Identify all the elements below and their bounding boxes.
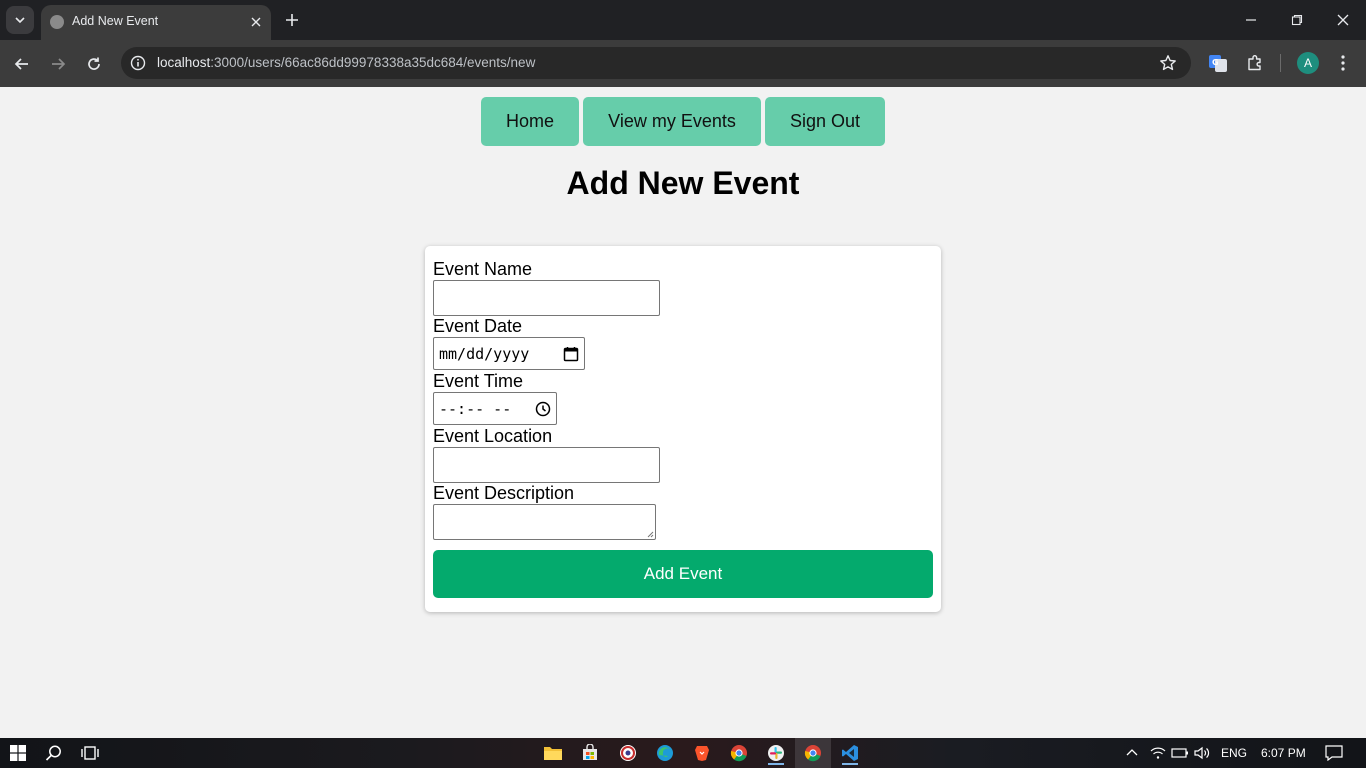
new-tab-button[interactable] xyxy=(282,10,302,30)
running-indicator xyxy=(842,763,858,765)
resize-grip-icon[interactable] xyxy=(646,530,654,538)
time-placeholder: --:-- -- xyxy=(439,399,512,418)
brave-browser-icon[interactable] xyxy=(690,741,714,765)
browser-tab-strip: Add New Event xyxy=(0,0,1366,40)
task-view-icon[interactable] xyxy=(78,741,102,765)
event-description-label: Event Description xyxy=(433,483,575,503)
event-description-textarea[interactable] xyxy=(433,504,656,540)
chevron-up-icon[interactable] xyxy=(1120,741,1144,765)
address-bar[interactable]: localhost:3000/users/66ac86dd99978338a35… xyxy=(121,47,1191,79)
reload-button[interactable] xyxy=(82,52,106,76)
tab-close-button[interactable] xyxy=(247,13,265,31)
add-event-submit-button[interactable]: Add Event xyxy=(433,550,933,598)
forward-button[interactable] xyxy=(46,52,70,76)
battery-icon[interactable] xyxy=(1168,741,1192,765)
volume-icon[interactable] xyxy=(1190,741,1214,765)
google-translate-icon[interactable]: G xyxy=(1206,51,1230,75)
add-event-form: Event Name Event Date mm/dd/yyyy Event T… xyxy=(425,246,941,612)
chrome-icon[interactable] xyxy=(727,741,751,765)
notification-icon[interactable] xyxy=(1322,741,1346,765)
globe-icon xyxy=(50,15,64,29)
nav-home-button[interactable]: Home xyxy=(481,97,579,146)
running-indicator xyxy=(768,763,784,765)
restore-button[interactable] xyxy=(1285,8,1309,32)
minimize-button[interactable] xyxy=(1239,8,1263,32)
browser-tab-active[interactable]: Add New Event xyxy=(41,5,271,40)
windows-start-icon[interactable] xyxy=(6,741,30,765)
nav-view-events-button[interactable]: View my Events xyxy=(583,97,761,146)
extensions-icon[interactable] xyxy=(1243,51,1267,75)
back-button[interactable] xyxy=(10,52,34,76)
file-explorer-icon[interactable] xyxy=(541,741,565,765)
event-time-input[interactable]: --:-- -- xyxy=(433,392,557,425)
clock[interactable]: 6:07 PM xyxy=(1261,746,1306,760)
event-name-label: Event Name xyxy=(433,259,533,279)
url-host: localhost xyxy=(157,55,211,70)
browser-menu-button[interactable] xyxy=(1331,51,1355,75)
event-location-input[interactable] xyxy=(433,447,660,483)
language-indicator[interactable]: ENG xyxy=(1221,746,1247,760)
profile-avatar[interactable]: A xyxy=(1297,52,1319,74)
app-icon-red-circle[interactable] xyxy=(616,741,640,765)
browser-toolbar: localhost:3000/users/66ac86dd99978338a35… xyxy=(0,40,1366,87)
toolbar-separator xyxy=(1280,54,1281,72)
event-time-label: Event Time xyxy=(433,371,524,391)
bookmark-star-icon[interactable] xyxy=(1158,53,1178,73)
close-icon xyxy=(251,17,261,27)
minimize-icon xyxy=(1246,19,1256,21)
event-date-input[interactable]: mm/dd/yyyy xyxy=(433,337,585,370)
svg-text:G: G xyxy=(1212,58,1219,67)
tab-search-button[interactable] xyxy=(6,6,34,34)
slack-icon[interactable] xyxy=(764,741,788,765)
nav-sign-out-button[interactable]: Sign Out xyxy=(765,97,885,146)
restore-icon xyxy=(1291,14,1303,26)
close-icon xyxy=(1337,14,1349,26)
url-text[interactable]: localhost:3000/users/66ac86dd99978338a35… xyxy=(157,55,535,70)
search-icon[interactable] xyxy=(42,741,66,765)
kebab-menu-icon xyxy=(1341,55,1345,71)
event-location-label: Event Location xyxy=(433,426,553,446)
reload-icon xyxy=(88,57,100,70)
date-placeholder: mm/dd/yyyy xyxy=(439,344,530,363)
clock-icon[interactable] xyxy=(534,400,552,418)
top-nav: Home View my Events Sign Out xyxy=(0,97,1366,146)
tab-title: Add New Event xyxy=(72,14,159,28)
plus-icon xyxy=(286,14,298,26)
wifi-icon[interactable] xyxy=(1146,741,1170,765)
windows-taskbar: ENG 6:07 PM xyxy=(0,738,1366,768)
event-date-label: Event Date xyxy=(433,316,523,336)
vscode-icon[interactable] xyxy=(838,741,862,765)
close-window-button[interactable] xyxy=(1331,8,1355,32)
site-info-icon[interactable] xyxy=(129,54,147,72)
arrow-left-icon xyxy=(14,58,28,70)
edge-browser-icon[interactable] xyxy=(653,741,677,765)
microsoft-store-icon[interactable] xyxy=(578,741,602,765)
calendar-icon[interactable] xyxy=(562,345,580,363)
page-viewport: Home View my Events Sign Out Add New Eve… xyxy=(0,87,1366,738)
chevron-down-icon xyxy=(15,17,25,24)
url-path: :3000/users/66ac86dd99978338a35dc684/eve… xyxy=(210,55,536,70)
arrow-right-icon xyxy=(52,58,66,70)
chrome-active-icon[interactable] xyxy=(801,741,825,765)
page-title: Add New Event xyxy=(566,165,800,201)
event-name-input[interactable] xyxy=(433,280,660,316)
